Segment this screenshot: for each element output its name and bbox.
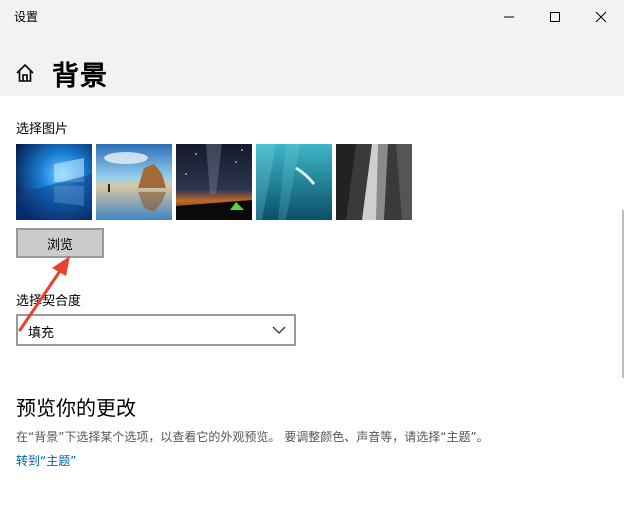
content-area: 选择图片 浏览 选择契合度 填充 预览你的更改 在“背景”下选择某个选项，以查看…: [0, 96, 624, 511]
minimize-icon: [504, 16, 514, 18]
thumbnail-beach-rocks[interactable]: [96, 144, 172, 220]
browse-button[interactable]: 浏览: [16, 228, 104, 258]
thumbnail-night-sky-tent[interactable]: [176, 144, 252, 220]
page-header: 背景: [0, 34, 624, 96]
choose-fit-label: 选择契合度: [16, 294, 82, 309]
window-title: 设置: [14, 10, 39, 24]
page-title: 背景: [52, 61, 108, 92]
choose-picture-label: 选择图片: [16, 122, 69, 137]
preview-description: 在“背景”下选择某个选项，以查看它的外观预览。 要调整颜色、声音等，请选择“主题…: [16, 430, 489, 444]
thumbnail-windows-logo[interactable]: [16, 144, 92, 220]
home-icon: [16, 63, 34, 82]
thumbnail-underwater-swimmer[interactable]: [256, 144, 332, 220]
chevron-down-icon: [272, 326, 286, 334]
fit-dropdown[interactable]: 填充: [16, 314, 296, 346]
preview-heading: 预览你的更改: [16, 396, 136, 420]
go-to-themes-link[interactable]: 转到“主题”: [16, 452, 76, 469]
minimize-button[interactable]: [486, 0, 532, 34]
fit-dropdown-value: 填充: [28, 326, 55, 341]
thumbnail-rock-cliff[interactable]: [336, 144, 412, 220]
title-bar: 设置: [0, 0, 624, 34]
close-icon: [595, 11, 607, 23]
close-button[interactable]: [578, 0, 624, 34]
maximize-icon: [550, 12, 560, 22]
maximize-button[interactable]: [532, 0, 578, 34]
home-button[interactable]: [14, 62, 36, 84]
